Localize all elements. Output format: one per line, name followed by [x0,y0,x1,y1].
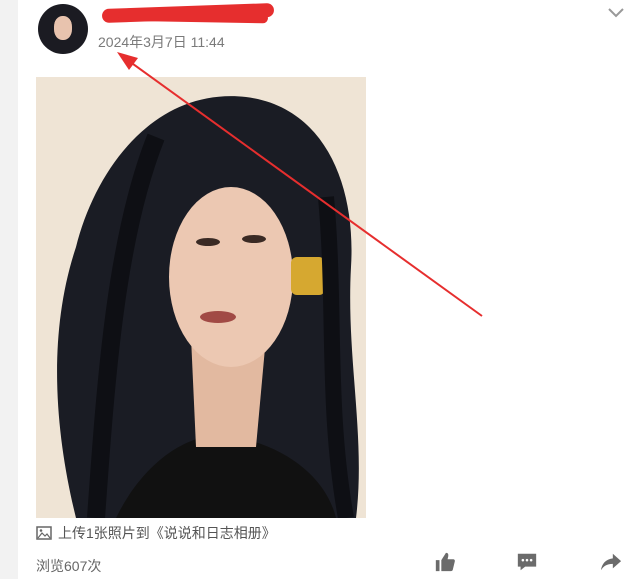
post-photo[interactable] [36,77,366,518]
avatar[interactable] [38,4,88,54]
post-card: 2024年3月7日 11:44 上传1张照片到《说说和日志相册》 浏览607次 [18,0,643,579]
avatar-face [54,16,72,40]
comment-icon[interactable] [516,551,538,573]
view-count: 浏览607次 [36,558,102,574]
post-caption: 上传1张照片到《说说和日志相册》 [36,523,276,543]
post-timestamp: 2024年3月7日 11:44 [98,34,225,50]
share-icon[interactable] [600,551,622,573]
caption-text: 上传1张照片到《说说和日志相册》 [58,525,276,541]
chevron-down-icon[interactable] [606,4,626,20]
image-icon [36,526,52,540]
thumbs-up-icon[interactable] [434,551,456,573]
